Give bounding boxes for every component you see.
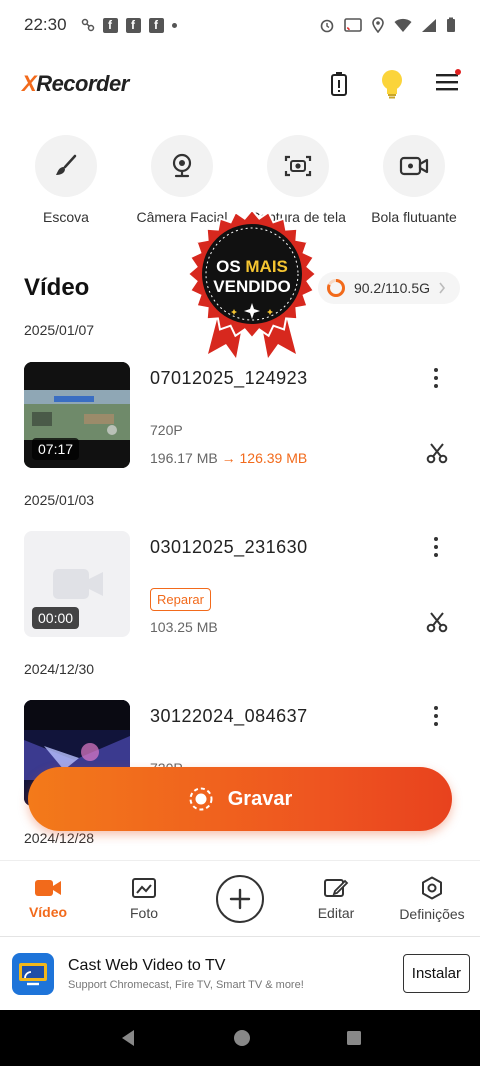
photo-icon [132, 877, 156, 898]
tool-brush[interactable]: Escova [10, 135, 122, 225]
video-duration: 07:17 [32, 438, 80, 460]
app-bar: XRecorder [0, 58, 480, 110]
home-icon[interactable] [233, 1029, 251, 1047]
nav-video[interactable]: Vídeo [3, 878, 93, 920]
more-notifications-icon [171, 22, 177, 28]
nav-settings[interactable]: Definições [387, 876, 477, 922]
nav-photo[interactable]: Foto [99, 877, 189, 921]
repair-button[interactable]: Reparar [150, 588, 211, 611]
video-name: 07012025_124923 [150, 368, 308, 388]
facebook-icon: f [125, 17, 141, 33]
system-navigation-bar [0, 1010, 480, 1066]
facebook-icon: f [102, 17, 118, 33]
record-label: Gravar [227, 787, 293, 810]
system-icons [319, 17, 456, 33]
alarm-icon [320, 19, 334, 33]
more-options-button[interactable] [428, 537, 444, 557]
date-header: 2024/12/28 [24, 830, 95, 846]
plus-icon [229, 888, 251, 909]
floating-camera-icon [399, 156, 429, 176]
battery-icon [447, 17, 455, 32]
video-camera-icon [35, 879, 61, 896]
video-thumbnail[interactable]: 07:17 [24, 362, 130, 468]
webcam-icon [172, 153, 192, 178]
more-options-button[interactable] [428, 706, 444, 726]
record-button[interactable]: Gravar [28, 767, 452, 831]
scissors-icon[interactable] [426, 611, 448, 633]
video-item[interactable]: 00:00 03012025_231630 Reparar 103.25 MB [24, 531, 456, 637]
status-time: 22:30 [24, 15, 67, 34]
location-icon [372, 17, 384, 33]
more-options-button[interactable] [428, 368, 444, 388]
tool-floating-ball[interactable]: Bola flutuante [358, 135, 470, 225]
video-resolution: 720P [150, 422, 183, 438]
menu-button[interactable] [436, 68, 461, 96]
notification-dot [455, 68, 461, 75]
video-thumbnail[interactable]: 00:00 [24, 531, 130, 637]
video-size: 103.25 MB [150, 619, 218, 635]
cast-app-icon [12, 952, 54, 995]
scissors-icon[interactable] [426, 442, 448, 464]
ad-title: Cast Web Video to TV [68, 956, 226, 974]
wifi-icon [394, 18, 412, 32]
chevron-right-icon [439, 282, 446, 294]
nav-edit[interactable]: Editar [291, 877, 381, 921]
nav-add[interactable] [195, 874, 285, 923]
video-item[interactable]: 07:17 07012025_124923 720P 196.17 MB → 1… [24, 362, 456, 468]
edit-icon [324, 878, 349, 897]
bottom-nav: Vídeo Foto Editar Definições [0, 860, 480, 936]
video-name: 03012025_231630 [150, 537, 308, 557]
date-header: 2025/01/03 [24, 492, 95, 508]
cast-icon [344, 18, 362, 32]
date-header: 2024/12/30 [24, 661, 95, 677]
video-name: 30122024_084637 [150, 706, 308, 726]
section-title: Vídeo [24, 274, 90, 301]
app-logo: XRecorder [22, 71, 129, 96]
back-icon[interactable] [118, 1028, 138, 1048]
hamburger-menu-icon [436, 73, 458, 90]
settings-icon [422, 876, 442, 899]
video-size: 196.17 MB → 126.39 MB [150, 450, 308, 466]
compressed-size: 126.39 MB [239, 450, 308, 466]
date-header: 2025/01/07 [24, 322, 95, 338]
install-button[interactable]: Instalar [402, 954, 470, 993]
screenshot-icon [284, 155, 312, 177]
battery-saver-icon[interactable] [330, 71, 348, 97]
ad-banner[interactable]: Cast Web Video to TV Support Chromecast,… [0, 936, 480, 1010]
brush-icon [56, 154, 77, 175]
ad-subtitle: Support Chromecast, Fire TV, Smart TV & … [68, 978, 304, 991]
recents-icon[interactable] [346, 1030, 362, 1046]
facebook-icon: f [148, 17, 164, 33]
storage-indicator[interactable]: 90.2/110.5G [317, 272, 460, 304]
best-seller-badge: OS MAIS VENDIDO [186, 208, 318, 358]
record-icon [189, 787, 213, 811]
badge-line2: VENDIDO [213, 277, 290, 296]
lightbulb-icon[interactable] [380, 69, 404, 99]
notification-icon [81, 18, 94, 32]
notification-icons: f f f [81, 17, 177, 33]
badge-line1: OS MAIS [216, 257, 288, 276]
storage-text: 90.2/110.5G [353, 280, 430, 296]
signal-icon [422, 18, 436, 32]
status-bar: 22:30 f f f [0, 0, 480, 50]
storage-ring-icon [326, 279, 345, 297]
video-duration: 00:00 [32, 607, 80, 629]
